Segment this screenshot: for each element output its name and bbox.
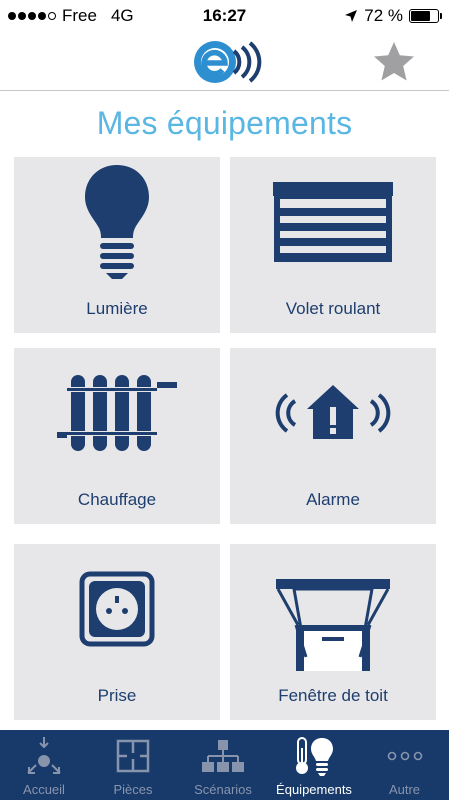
scenarios-icon — [202, 740, 244, 772]
more-icon — [387, 751, 422, 761]
tab-label: Scénarios — [194, 782, 252, 797]
tab-bar: Accueil Pièces Scénarios Équipements Aut… — [0, 730, 449, 800]
tab-label: Autre — [388, 782, 421, 797]
tab-pieces[interactable]: Pièces — [88, 730, 178, 800]
status-bar: Free 4G 16:27 72 % — [0, 0, 449, 32]
tile-label: Fenêtre de toit — [278, 686, 388, 705]
tile-alarme[interactable]: Alarme — [230, 348, 436, 524]
favorite-star-icon[interactable] — [372, 40, 416, 84]
tile-prise[interactable]: Prise — [14, 544, 220, 720]
tile-volet-roulant[interactable]: Volet roulant — [230, 157, 436, 333]
tab-equipements[interactable]: Équipements — [268, 730, 360, 800]
rooms-icon — [116, 739, 150, 773]
page-title: Mes équipements — [96, 105, 353, 141]
tab-accueil[interactable]: Accueil — [0, 730, 88, 800]
app-header — [0, 32, 449, 91]
roller-shutter-icon — [273, 182, 393, 262]
tab-label: Accueil — [23, 782, 65, 797]
tile-label: Volet roulant — [285, 299, 381, 318]
alarm-house-icon — [275, 385, 391, 439]
tile-label: Lumière — [86, 299, 148, 318]
tab-label: Pièces — [113, 782, 153, 797]
tab-autre[interactable]: Autre — [360, 730, 449, 800]
tile-lumiere[interactable]: Lumière — [14, 157, 220, 333]
power-outlet-icon — [79, 571, 155, 647]
location-arrow-icon — [345, 10, 358, 22]
tile-label: Alarme — [306, 490, 360, 509]
home-arrows-icon — [27, 737, 61, 774]
battery-icon — [409, 9, 442, 23]
equipment-icon — [296, 737, 333, 776]
e-wave-logo — [194, 41, 262, 83]
light-bulb-icon — [85, 165, 149, 279]
tile-chauffage[interactable]: Chauffage — [14, 348, 220, 524]
tile-fenetre-de-toit[interactable]: Fenêtre de toit — [230, 544, 436, 720]
battery-percent: 72 % — [364, 6, 403, 25]
tile-label: Chauffage — [77, 490, 157, 509]
tab-label: Équipements — [276, 782, 352, 797]
tab-scenarios[interactable]: Scénarios — [178, 730, 268, 800]
roof-window-icon — [276, 579, 390, 671]
tile-label: Prise — [97, 686, 137, 705]
radiator-icon — [57, 375, 177, 451]
